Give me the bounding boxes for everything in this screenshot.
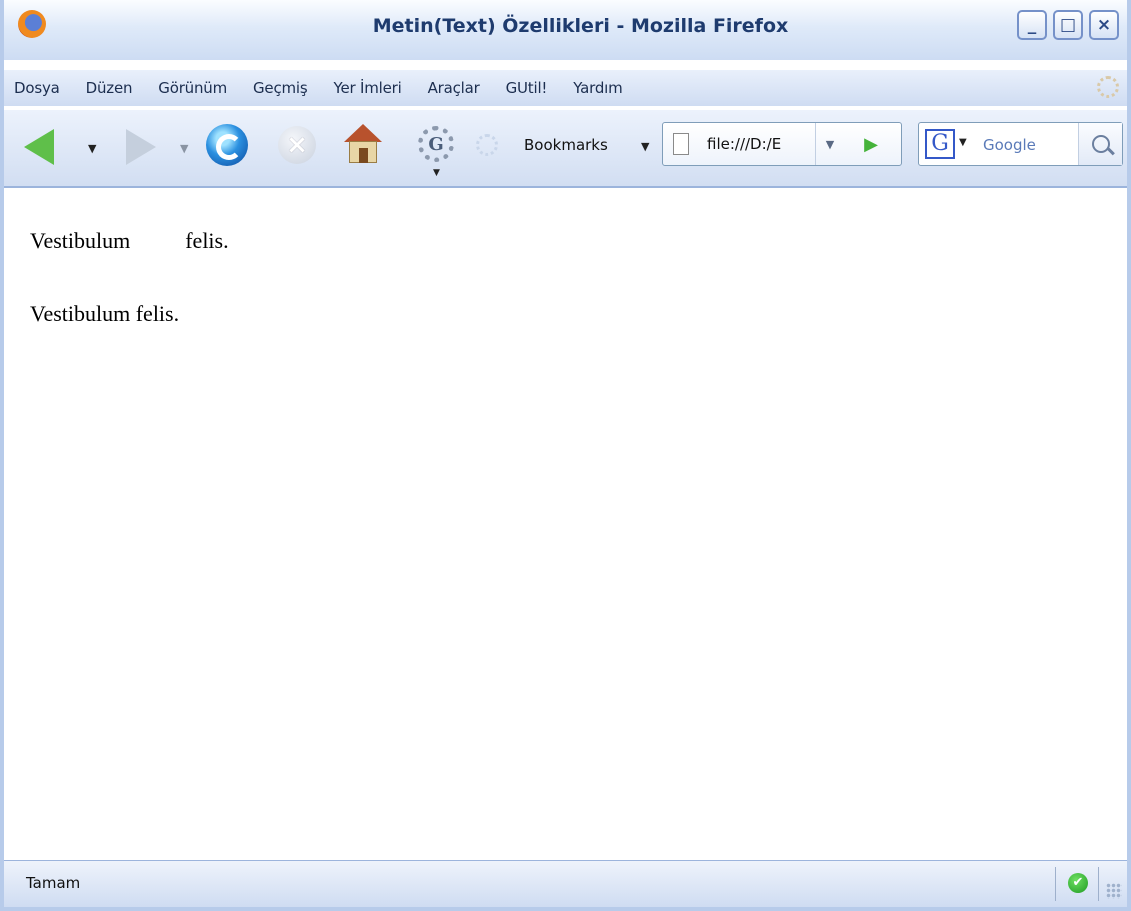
throbber-icon: [476, 134, 498, 156]
gutil-status-check-icon[interactable]: ✔: [1068, 873, 1088, 893]
magnifier-icon: [1091, 135, 1110, 153]
gutil-dropdown[interactable]: ▼: [433, 168, 440, 178]
menu-bar: Dosya Düzen Görünüm Geçmiş Yer İmleri Ar…: [4, 70, 1127, 106]
search-button[interactable]: [1078, 123, 1122, 165]
google-engine-icon[interactable]: G: [925, 129, 955, 159]
gutil-gear-icon[interactable]: G: [418, 126, 454, 162]
navigation-toolbar: ▼ ▼ × G ▼ Bookmarks ▼ file:///D:/E ▼ ▶ G…: [4, 110, 1127, 188]
status-divider: [1055, 867, 1056, 901]
url-history-dropdown[interactable]: ▼: [815, 123, 844, 165]
menu-bookmarks[interactable]: Yer İmleri: [334, 79, 402, 97]
bookmarks-button[interactable]: Bookmarks: [524, 136, 608, 154]
title-bar[interactable]: Metin(Text) Özellikleri - Mozilla Firefo…: [4, 0, 1127, 60]
window-title: Metin(Text) Özellikleri - Mozilla Firefo…: [372, 15, 789, 37]
search-input[interactable]: [981, 129, 1077, 161]
search-bar[interactable]: G ▼: [918, 122, 1123, 166]
maximize-button[interactable]: □: [1053, 10, 1083, 40]
back-arrow-icon[interactable]: [24, 129, 54, 165]
menu-gutil[interactable]: GUtil!: [506, 79, 548, 97]
status-divider: [1098, 867, 1099, 901]
paragraph-normal: Vestibulum felis.: [30, 301, 180, 326]
menu-tools[interactable]: Araçlar: [428, 79, 480, 97]
search-engine-dropdown[interactable]: ▼: [959, 137, 967, 148]
go-button[interactable]: ▶: [851, 123, 891, 165]
paragraph-spaced: Vestibulum felis.: [30, 228, 229, 253]
browser-window: Metin(Text) Özellikleri - Mozilla Firefo…: [0, 0, 1131, 911]
status-text: Tamam: [26, 874, 81, 892]
status-bar: Tamam ✔: [4, 860, 1127, 907]
activity-throbber-icon: [1097, 76, 1119, 98]
address-bar[interactable]: file:///D:/E ▼ ▶: [662, 122, 902, 166]
page-icon: [673, 133, 689, 155]
page-content: Vestibulum felis. Vestibulum felis.: [4, 188, 1127, 860]
url-input[interactable]: file:///D:/E: [707, 135, 811, 155]
forward-arrow-icon[interactable]: [126, 129, 156, 165]
window-controls: _ □ ×: [1017, 10, 1119, 40]
minimize-button[interactable]: _: [1017, 10, 1047, 40]
menu-file[interactable]: Dosya: [14, 79, 60, 97]
resize-grip-icon[interactable]: [1106, 883, 1122, 899]
home-icon[interactable]: [344, 124, 382, 164]
menu-edit[interactable]: Düzen: [86, 79, 133, 97]
reload-icon[interactable]: [206, 124, 248, 166]
menu-history[interactable]: Geçmiş: [253, 79, 308, 97]
close-button[interactable]: ×: [1089, 10, 1119, 40]
back-history-dropdown[interactable]: ▼: [88, 142, 96, 155]
menu-view[interactable]: Görünüm: [158, 79, 227, 97]
forward-history-dropdown[interactable]: ▼: [180, 142, 188, 155]
bookmarks-dropdown[interactable]: ▼: [641, 140, 649, 153]
firefox-logo-icon[interactable]: [18, 10, 46, 38]
stop-icon[interactable]: ×: [278, 126, 316, 164]
menu-help[interactable]: Yardım: [573, 79, 622, 97]
